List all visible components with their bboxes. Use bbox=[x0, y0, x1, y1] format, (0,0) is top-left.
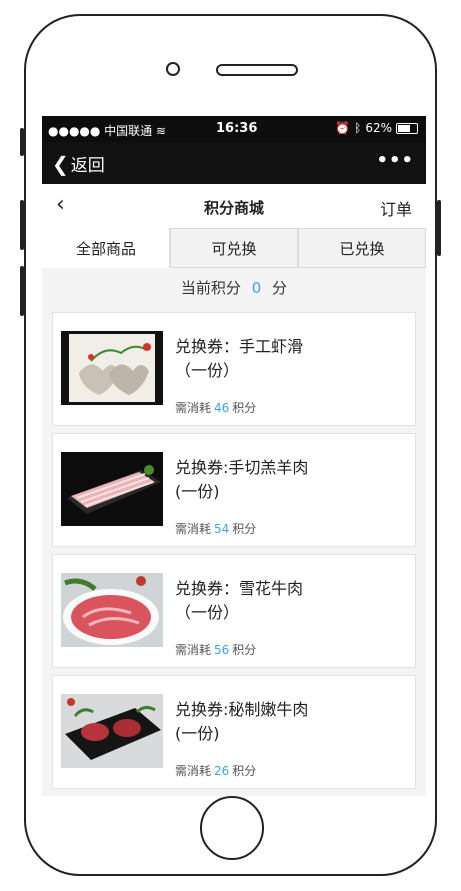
product-image-shrimp-paste bbox=[61, 331, 163, 405]
alarm-icon: ⏰ bbox=[335, 121, 351, 135]
cost-suffix: 积分 bbox=[232, 401, 257, 415]
page-back-chevron-icon[interactable]: ‹ bbox=[56, 192, 65, 217]
power-button bbox=[437, 200, 441, 256]
back-button[interactable]: ❮ 返回 bbox=[52, 151, 105, 177]
product-image-lamb bbox=[61, 452, 163, 526]
clock: 16:36 bbox=[216, 121, 258, 136]
filter-tabs: 全部商品 可兑换 已兑换 bbox=[42, 228, 426, 268]
points-suffix: 分 bbox=[272, 279, 288, 297]
bluetooth-icon: ᛒ bbox=[354, 121, 362, 135]
more-menu-button[interactable]: ••• bbox=[376, 150, 414, 171]
page-title: 积分商城 bbox=[203, 199, 264, 217]
carrier-label: ●●●●● 中国联通 ≋ bbox=[48, 124, 167, 138]
earpiece-speaker bbox=[216, 64, 298, 76]
product-name-line1: 兑换券:秘制嫩牛肉 bbox=[175, 700, 309, 719]
cost-prefix: 需消耗 bbox=[175, 401, 212, 415]
points-prefix: 当前积分 bbox=[180, 279, 241, 297]
points-value: 0 bbox=[251, 279, 262, 297]
product-image-marbled-beef bbox=[61, 573, 163, 647]
screen: ●●●●● 中国联通 ≋ 16:36 ⏰ ᛒ 62% ❮ 返回 ••• ‹ 积分… bbox=[42, 116, 426, 796]
cost-value: 46 bbox=[214, 401, 230, 415]
tab-redeemable[interactable]: 可兑换 bbox=[170, 228, 298, 268]
product-name-line2: (一份) bbox=[175, 482, 220, 501]
product-name-line2: （一份） bbox=[175, 603, 240, 622]
cost-value: 56 bbox=[214, 643, 230, 657]
product-cost: 需消耗 54 积分 bbox=[175, 520, 256, 537]
product-name: 兑换券:秘制嫩牛肉 (一份) bbox=[175, 698, 405, 746]
tab-all-products[interactable]: 全部商品 bbox=[42, 228, 170, 268]
product-cost: 需消耗 26 积分 bbox=[175, 762, 256, 779]
product-name: 兑换券:手切羔羊肉 (一份) bbox=[175, 456, 405, 504]
product-cost: 需消耗 46 积分 bbox=[175, 399, 256, 416]
product-image-tender-beef bbox=[61, 694, 163, 768]
battery-icon bbox=[396, 122, 418, 134]
product-name-line1: 兑换券:手切羔羊肉 bbox=[175, 458, 309, 477]
front-camera bbox=[166, 62, 180, 76]
product-name-line2: (一份) bbox=[175, 724, 220, 743]
battery-percent: 62% bbox=[365, 121, 392, 135]
cost-suffix: 积分 bbox=[232, 522, 257, 536]
cost-prefix: 需消耗 bbox=[175, 643, 212, 657]
product-name-line2: （一份） bbox=[175, 361, 240, 380]
chevron-left-icon: ❮ bbox=[52, 151, 69, 176]
status-right: ⏰ ᛒ 62% bbox=[335, 121, 418, 135]
product-name: 兑换券：雪花牛肉 （一份） bbox=[175, 577, 405, 625]
list-item[interactable]: 兑换券:秘制嫩牛肉 (一份) 需消耗 26 积分 bbox=[52, 675, 416, 789]
current-points: 当前积分 0 分 bbox=[42, 268, 426, 308]
list-item[interactable]: 兑换券:手切羔羊肉 (一份) 需消耗 54 积分 bbox=[52, 433, 416, 547]
page-header: ‹ 积分商城 订单 bbox=[42, 184, 426, 229]
cost-suffix: 积分 bbox=[232, 764, 257, 778]
cost-prefix: 需消耗 bbox=[175, 764, 212, 778]
status-bar: ●●●●● 中国联通 ≋ 16:36 ⏰ ᛒ 62% bbox=[42, 116, 426, 142]
cost-value: 54 bbox=[214, 522, 230, 536]
product-cost: 需消耗 56 积分 bbox=[175, 641, 256, 658]
cost-value: 26 bbox=[214, 764, 230, 778]
product-list: 兑换券：手工虾滑 （一份） 需消耗 46 积分 兑换券:手切羔羊肉 (一份) 需… bbox=[52, 312, 416, 796]
wifi-icon: ≋ bbox=[156, 124, 167, 138]
list-item[interactable]: 兑换券：手工虾滑 （一份） 需消耗 46 积分 bbox=[52, 312, 416, 426]
product-name-line1: 兑换券：手工虾滑 bbox=[175, 337, 304, 356]
home-button[interactable] bbox=[200, 796, 264, 860]
product-name: 兑换券：手工虾滑 （一份） bbox=[175, 335, 405, 383]
tab-redeemed[interactable]: 已兑换 bbox=[298, 228, 426, 268]
wechat-nav-bar: ❮ 返回 ••• bbox=[42, 142, 426, 184]
list-item[interactable]: 兑换券：雪花牛肉 （一份） 需消耗 56 积分 bbox=[52, 554, 416, 668]
cost-suffix: 积分 bbox=[232, 643, 257, 657]
orders-link[interactable]: 订单 bbox=[380, 196, 412, 220]
product-name-line1: 兑换券：雪花牛肉 bbox=[175, 579, 304, 598]
back-label: 返回 bbox=[70, 156, 105, 176]
cost-prefix: 需消耗 bbox=[175, 522, 212, 536]
